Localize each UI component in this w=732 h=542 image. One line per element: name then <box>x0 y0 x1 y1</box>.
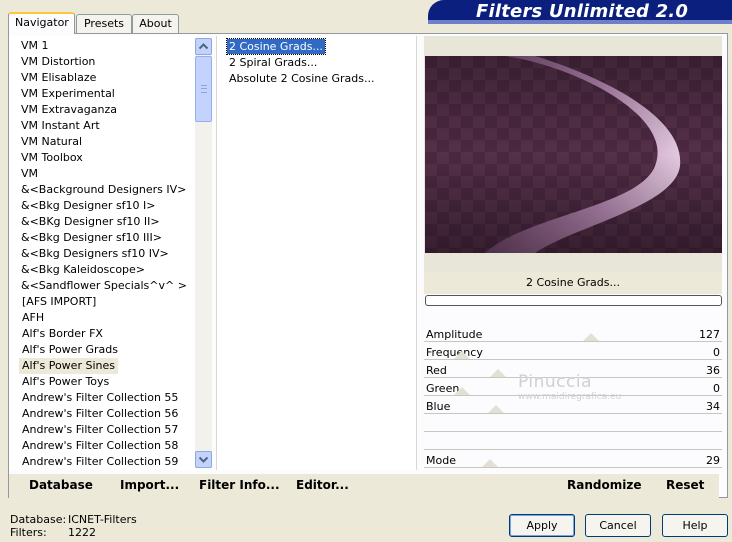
category-item[interactable]: VM Distortion <box>21 54 95 70</box>
category-item[interactable]: VM Elisablaze <box>21 70 96 86</box>
watermark-url: www.maidiregrafica.eu <box>518 392 622 402</box>
database-info: Database: ICNET-Filters Filters: 1222 <box>10 513 137 539</box>
param-label: Mode <box>426 454 456 467</box>
category-item[interactable]: Andrew's Filter Collection 57 <box>22 422 178 438</box>
category-item[interactable]: &<Bkg Kaleidoscope> <box>21 262 145 278</box>
param-label: Blue <box>426 400 451 413</box>
category-item[interactable]: Alf's Border FX <box>22 326 103 342</box>
category-item[interactable]: VM <box>21 166 38 182</box>
tab-navigator[interactable]: Navigator <box>8 12 75 34</box>
database-label: Database: <box>10 513 67 526</box>
param-label: Red <box>426 364 447 377</box>
database-button[interactable]: Database <box>29 478 93 492</box>
help-button[interactable]: Help <box>662 514 728 537</box>
param-value: 34 <box>706 400 720 413</box>
param-row <box>424 434 722 452</box>
scroll-up-button[interactable] <box>195 38 212 55</box>
category-item[interactable]: VM Natural <box>21 134 82 150</box>
category-item[interactable]: VM Instant Art <box>21 118 100 134</box>
selected-filter-name: 2 Cosine Grads... <box>424 272 722 294</box>
param-slider-handle[interactable] <box>488 405 504 413</box>
param-row <box>424 416 722 434</box>
chevron-down-icon <box>199 456 208 463</box>
filter-info-button[interactable]: Filter Info... <box>199 478 280 492</box>
param-value: 127 <box>699 328 720 341</box>
filter-item[interactable]: 2 Cosine Grads... <box>226 38 326 55</box>
param-slider-handle[interactable] <box>583 333 599 341</box>
category-item[interactable]: &<Background Designers IV> <box>21 182 186 198</box>
watermark-name: Pinuccia <box>518 372 592 392</box>
filter-item[interactable]: Absolute 2 Cosine Grads... <box>229 71 375 86</box>
category-item[interactable]: &<Bkg Designer sf10 I> <box>21 198 156 214</box>
param-row[interactable]: Frequency 0 <box>424 344 722 362</box>
reset-button[interactable]: Reset <box>666 478 704 492</box>
category-item[interactable]: &<BKg Designer sf10 II> <box>21 214 160 230</box>
category-item[interactable]: [AFS IMPORT] <box>22 294 96 310</box>
apply-button[interactable]: Apply <box>509 514 575 537</box>
title-banner: Filters Unlimited 2.0 <box>428 0 732 24</box>
category-item[interactable]: Andrew's Filter Collection 58 <box>22 438 178 454</box>
chevron-up-icon <box>199 43 208 50</box>
watermark: Pinuccia www.maidiregrafica.eu <box>518 372 621 402</box>
category-item[interactable]: Andrew's Filter Collection 55 <box>22 390 178 406</box>
category-item[interactable]: Andrew's Filter Collection 56 <box>22 406 178 422</box>
param-row[interactable]: Mode 29 <box>424 452 722 470</box>
category-item[interactable]: VM Extravaganza <box>21 102 117 118</box>
tab-presets[interactable]: Presets <box>76 14 132 33</box>
param-value: 0 <box>713 382 720 395</box>
param-slider-handle[interactable] <box>454 387 470 395</box>
scroll-thumb[interactable] <box>195 56 212 122</box>
category-item[interactable]: &<Bkg Designers sf10 IV> <box>21 246 169 262</box>
category-list[interactable]: VM 1 VM Distortion VM Elisablaze VM Experim… <box>9 36 195 470</box>
param-slider-handle[interactable] <box>490 369 506 377</box>
app-title: Filters Unlimited 2.0 <box>476 1 689 22</box>
category-item[interactable]: Alf's Power Grads <box>22 342 118 358</box>
category-scrollbar[interactable] <box>195 38 212 468</box>
param-slider-track[interactable] <box>424 431 722 433</box>
param-value: 29 <box>706 454 720 467</box>
category-item[interactable]: &<Bkg Designer sf10 III> <box>21 230 162 246</box>
action-toolbar: Database Import... Filter Info... Editor… <box>9 474 719 498</box>
preview-image <box>425 56 722 253</box>
param-slider-track[interactable] <box>424 449 722 451</box>
category-item[interactable]: VM 1 <box>21 38 49 54</box>
editor-button[interactable]: Editor... <box>296 478 349 492</box>
tab-about[interactable]: About <box>132 14 179 33</box>
param-value: 0 <box>713 346 720 359</box>
category-item[interactable]: VM Experimental <box>21 86 115 102</box>
scroll-down-button[interactable] <box>195 451 212 468</box>
category-item[interactable]: Alf's Power Toys <box>22 374 109 390</box>
param-slider-track[interactable] <box>424 341 722 343</box>
param-slider-handle[interactable] <box>482 459 498 467</box>
randomize-button[interactable]: Randomize <box>567 478 641 492</box>
filters-count: 1222 <box>68 526 96 539</box>
param-slider-track[interactable] <box>424 467 722 469</box>
param-slider-handle[interactable] <box>454 351 470 359</box>
category-item[interactable]: Alf's Power Sines <box>19 358 118 374</box>
param-value: 36 <box>706 364 720 377</box>
category-item[interactable]: Andrew's Filter Collection 59 <box>22 454 178 470</box>
param-label: Amplitude <box>426 328 483 341</box>
category-item[interactable]: AFH <box>22 310 44 326</box>
filter-list[interactable]: 2 Cosine Grads... 2 Spiral Grads... Absolu… <box>216 36 417 470</box>
param-row[interactable]: Amplitude 127 <box>424 326 722 344</box>
progress-bar <box>425 295 722 306</box>
import-button[interactable]: Import... <box>120 478 179 492</box>
filter-item[interactable]: 2 Spiral Grads... <box>229 55 317 70</box>
param-slider-track[interactable] <box>424 413 722 415</box>
cancel-button[interactable]: Cancel <box>585 514 651 537</box>
param-slider-track[interactable] <box>424 359 722 361</box>
database-value: ICNET-Filters <box>68 513 137 526</box>
category-item[interactable]: VM Toolbox <box>21 150 83 166</box>
filters-label: Filters: <box>10 526 47 539</box>
category-item[interactable]: &<Sandflower Specials^v^ > <box>21 278 187 294</box>
